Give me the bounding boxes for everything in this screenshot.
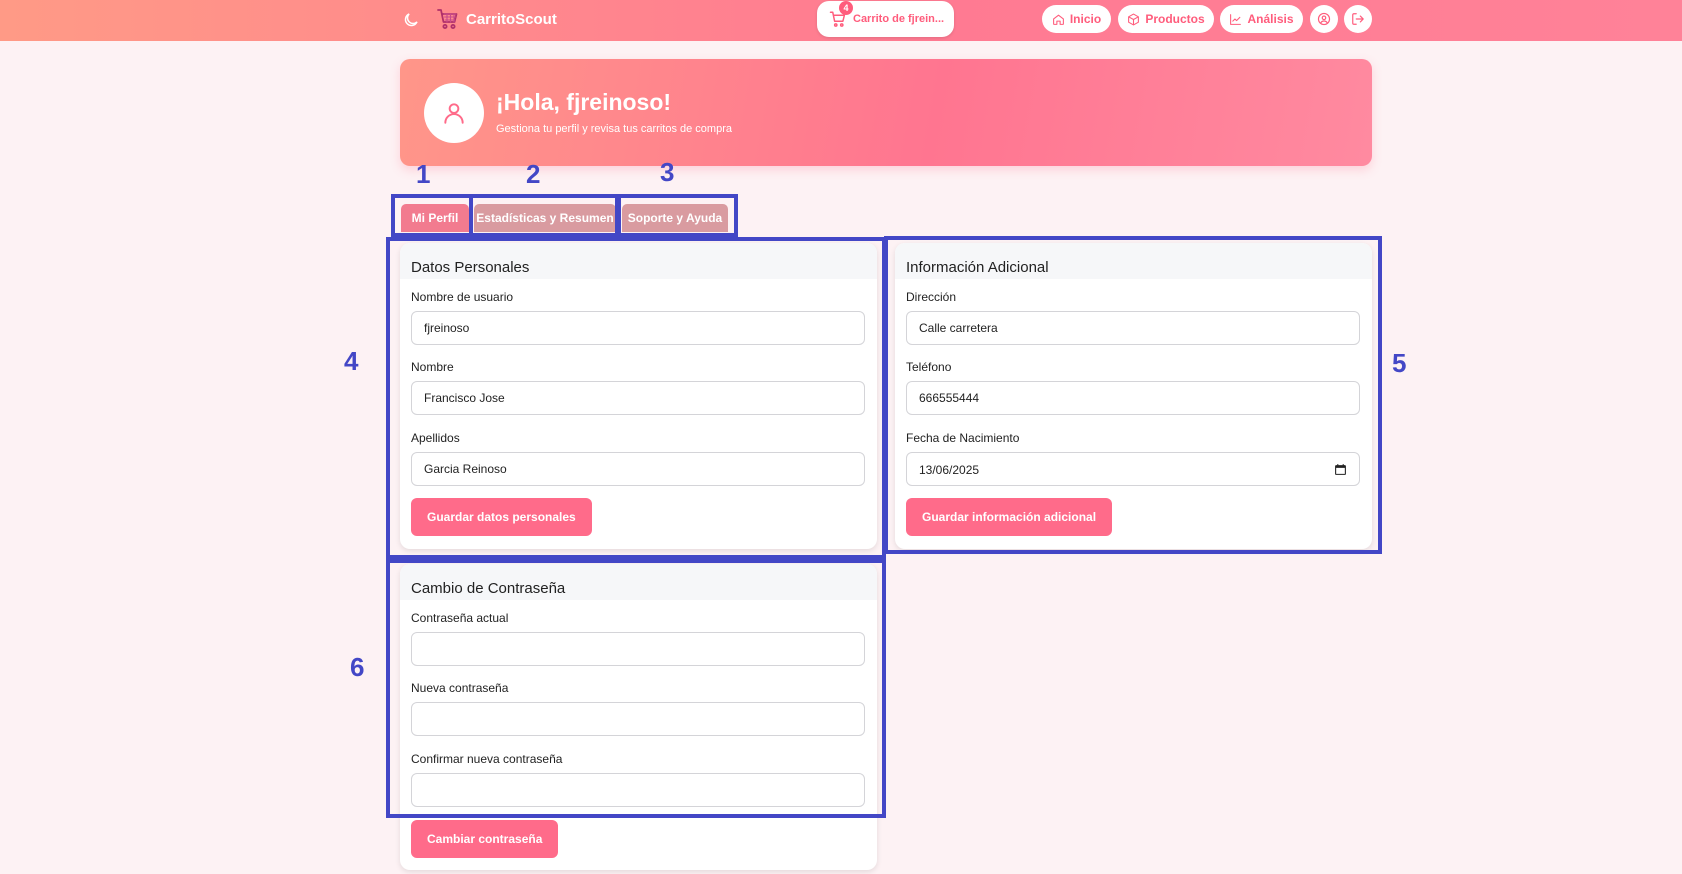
nav-inicio[interactable]: Inicio — [1042, 5, 1111, 33]
annotation-box-3 — [617, 194, 738, 237]
welcome-title: ¡Hola, fjreinoso! — [496, 89, 672, 115]
nav-analisis-label: Análisis — [1247, 12, 1294, 26]
change-password-button[interactable]: Cambiar contraseña — [411, 820, 559, 858]
annotation-box-5 — [884, 236, 1382, 554]
annotation-number-3: 3 — [660, 157, 675, 187]
annotation-number-5: 5 — [1392, 348, 1407, 378]
annotation-number-6: 6 — [350, 652, 365, 682]
logout-button[interactable] — [1344, 5, 1372, 33]
welcome-subtitle: Gestiona tu perfil y revisa tus carritos… — [496, 123, 732, 135]
user-circle-icon — [1317, 12, 1331, 26]
annotation-number-4: 4 — [344, 346, 359, 376]
box-icon — [1128, 13, 1140, 25]
cart-icon: 4 — [829, 1, 853, 28]
chart-line-icon — [1230, 13, 1242, 25]
annotation-number-2: 2 — [526, 159, 541, 189]
user-icon — [444, 103, 464, 124]
annotation-box-1 — [391, 194, 473, 237]
brand[interactable]: CarritoScout — [436, 7, 557, 31]
annotation-box-6 — [386, 559, 886, 818]
annotation-box-4 — [386, 237, 886, 559]
welcome-banner: ¡Hola, fjreinoso! Gestiona tu perfil y r… — [400, 59, 1372, 166]
annotation-number-1: 1 — [416, 159, 431, 189]
cart-logo-icon — [437, 9, 458, 29]
moon-icon[interactable] — [402, 11, 420, 29]
nav-productos-label: Productos — [1145, 12, 1205, 26]
avatar — [424, 83, 484, 143]
brand-name: CarritoScout — [466, 10, 557, 28]
cart-label: Carrito de fjrein... — [853, 13, 945, 25]
nav-analisis[interactable]: Análisis — [1220, 5, 1303, 33]
top-navbar: CarritoScout 4 Carrito de fjrein... Inic… — [0, 0, 1682, 41]
logout-icon — [1352, 13, 1364, 25]
nav-inicio-label: Inicio — [1069, 12, 1102, 26]
annotation-box-2 — [469, 194, 619, 237]
nav-productos[interactable]: Productos — [1118, 5, 1214, 33]
home-icon — [1052, 14, 1064, 25]
profile-button[interactable] — [1310, 5, 1338, 33]
cart-count-badge: 4 — [839, 1, 853, 15]
cart-button[interactable]: 4 Carrito de fjrein... — [817, 1, 954, 37]
